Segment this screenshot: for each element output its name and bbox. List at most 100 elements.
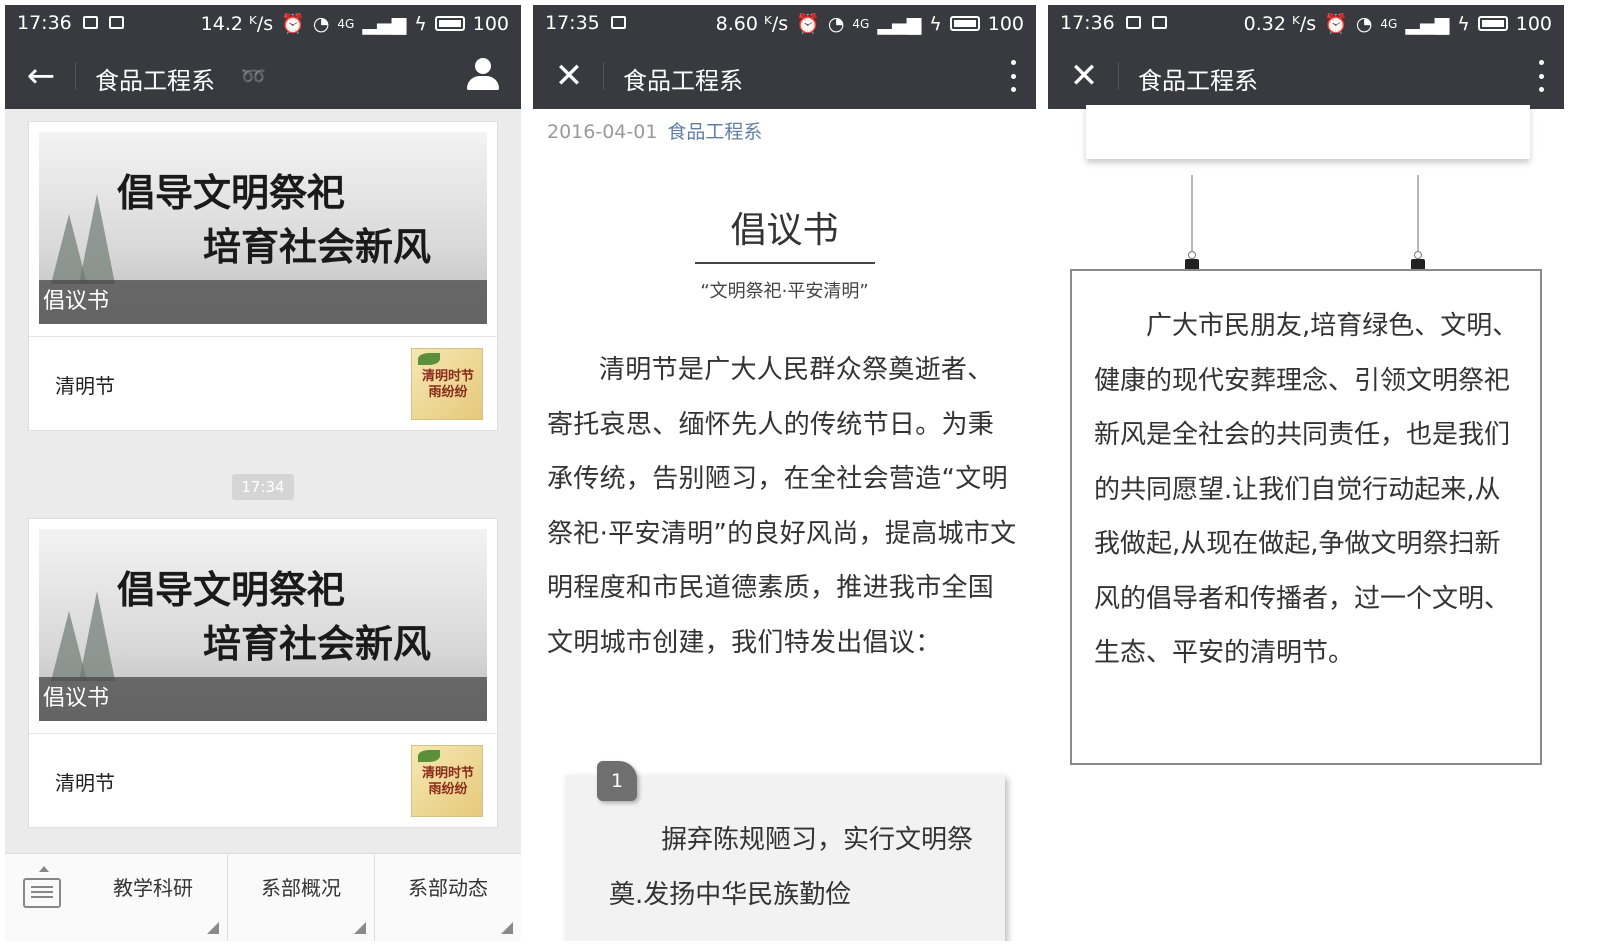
nav-bar: ✕ 食品工程系 bbox=[533, 42, 1036, 109]
battery-icon bbox=[1477, 16, 1508, 31]
network-type: 4G bbox=[852, 16, 870, 31]
menu-label: 系部概况 bbox=[261, 876, 341, 900]
article-card[interactable]: 倡导文明祭祀 培育社会新风 倡议书 清明节 清明时节 雨纷纷 bbox=[28, 518, 498, 828]
article-meta: 2016-04-01 食品工程系 bbox=[547, 117, 762, 144]
battery-level: 100 bbox=[987, 12, 1024, 35]
signal-icon: ▂▄▆ bbox=[1405, 12, 1450, 35]
status-right: 8.60 ᴷ/s ⏰ ◔ 4G ▂▄▆ ϟ 100 bbox=[715, 12, 1024, 36]
document-subtitle: “文明祭祀·平安清明” bbox=[700, 281, 869, 302]
close-icon[interactable]: ✕ bbox=[549, 56, 589, 96]
account-link[interactable]: 食品工程系 bbox=[667, 121, 762, 143]
alarm-icon: ⏰ bbox=[1324, 13, 1348, 35]
phone-article-view: 17:35 8.60 ᴷ/s ⏰ ◔ 4G ▂▄▆ ϟ 100 ✕ 食品工程系 … bbox=[533, 5, 1036, 941]
banner-caption: 倡议书 bbox=[39, 677, 487, 721]
close-icon[interactable]: ✕ bbox=[1064, 56, 1104, 96]
submenu-indicator-icon bbox=[207, 922, 219, 934]
network-speed: 8.60 ᴷ/s bbox=[715, 12, 789, 35]
article-item-title[interactable]: 清明节 bbox=[55, 370, 115, 399]
thumbnail-text: 清明时节 雨纷纷 bbox=[421, 766, 474, 797]
app-notification-icon bbox=[109, 16, 124, 29]
leaf-icon bbox=[418, 353, 440, 365]
charging-icon: ϟ bbox=[414, 12, 427, 35]
nav-bar: ← 食品工程系 ➿ bbox=[5, 42, 521, 109]
nav-bar: ✕ 食品工程系 bbox=[1048, 42, 1564, 109]
message-timestamp: 17:34 bbox=[232, 474, 294, 500]
banner-headline-1: 倡导文明祭祀 bbox=[117, 567, 346, 612]
banner-headline-2: 培育社会新风 bbox=[203, 621, 432, 666]
menu-department-news[interactable]: 系部动态 bbox=[374, 854, 521, 941]
voice-earpiece-icon[interactable]: ➿ bbox=[241, 64, 266, 88]
banner-headline-1: 倡导文明祭祀 bbox=[117, 170, 346, 215]
network-type: 4G bbox=[337, 16, 355, 31]
banner-headline-2: 培育社会新风 bbox=[203, 224, 432, 269]
menu-label: 教学科研 bbox=[113, 876, 193, 900]
item-number-badge: 1 bbox=[597, 761, 637, 801]
pine-tree-decoration bbox=[79, 591, 115, 681]
hanging-wire bbox=[1191, 175, 1193, 251]
binder-clip-icon bbox=[1185, 251, 1199, 271]
alarm-icon: ⏰ bbox=[281, 13, 305, 35]
network-speed: 14.2 ᴷ/s bbox=[200, 12, 274, 35]
signal-icon: ▂▄▆ bbox=[877, 12, 922, 35]
wifi-icon: ◔ bbox=[312, 12, 330, 35]
title-underline bbox=[695, 262, 875, 264]
thumbnail-text: 清明时节 雨纷纷 bbox=[421, 369, 474, 400]
battery-level: 100 bbox=[472, 12, 509, 35]
nav-divider bbox=[1118, 62, 1119, 90]
nav-title: 食品工程系 bbox=[623, 67, 743, 95]
document-title: 倡议书 bbox=[730, 210, 839, 251]
submenu-indicator-icon bbox=[501, 922, 513, 934]
binder-clip-icon bbox=[1411, 251, 1425, 271]
card-divider bbox=[29, 733, 497, 734]
article-item-title[interactable]: 清明节 bbox=[55, 767, 115, 796]
phone-chat-menu: 17:36 14.2 ᴷ/s ⏰ ◔ 4G ▂▄▆ ϟ 100 ← 食品工程系 … bbox=[5, 5, 521, 941]
banner-caption: 倡议书 bbox=[39, 280, 487, 324]
hanging-wire bbox=[1417, 175, 1419, 251]
status-right: 0.32 ᴷ/s ⏰ ◔ 4G ▂▄▆ ϟ 100 bbox=[1243, 12, 1552, 36]
card-divider bbox=[29, 336, 497, 337]
submenu-indicator-icon bbox=[354, 922, 366, 934]
battery-level: 100 bbox=[1515, 12, 1552, 35]
network-speed: 0.32 ᴷ/s bbox=[1243, 12, 1317, 35]
hanging-notice-board: 广大市民朋友,培育绿色、文明、健康的现代安葬理念、引领文明祭祀新风是全社会的共同… bbox=[1070, 269, 1542, 765]
nav-divider bbox=[75, 62, 76, 90]
more-options-icon[interactable] bbox=[1536, 60, 1546, 92]
profile-icon[interactable] bbox=[467, 58, 499, 92]
menu-department-overview[interactable]: 系部概况 bbox=[227, 854, 374, 941]
charging-icon: ϟ bbox=[1457, 12, 1470, 35]
alarm-icon: ⏰ bbox=[796, 13, 820, 35]
article-thumbnail[interactable]: 清明时节 雨纷纷 bbox=[411, 745, 483, 817]
wifi-icon: ◔ bbox=[827, 12, 845, 35]
signal-icon: ▂▄▆ bbox=[362, 12, 407, 35]
status-time: 17:36 bbox=[17, 12, 72, 34]
article-date: 2016-04-01 bbox=[547, 121, 658, 143]
article-banner-image[interactable]: 倡导文明祭祀 培育社会新风 倡议书 bbox=[39, 529, 487, 721]
numbered-item-text: 摒弃陈规陋习，实行文明祭奠.发扬中华民族勤俭 bbox=[609, 825, 974, 910]
app-notification-icon bbox=[611, 16, 626, 29]
battery-icon bbox=[949, 16, 980, 31]
hanging-panel-top bbox=[1086, 105, 1530, 159]
network-type: 4G bbox=[1380, 16, 1398, 31]
article-paragraph: 清明节是广大人民群众祭奠逝者、寄托哀思、缅怀先人的传统节日。为秉承传统，告别陋习… bbox=[547, 355, 1017, 658]
back-arrow-icon[interactable]: ← bbox=[21, 56, 61, 96]
article-card[interactable]: 倡导文明祭祀 培育社会新风 倡议书 清明节 清明时节 雨纷纷 bbox=[28, 121, 498, 431]
keyboard-toggle-icon[interactable] bbox=[23, 878, 61, 908]
notice-text: 广大市民朋友,培育绿色、文明、健康的现代安葬理念、引领文明祭祀新风是全社会的共同… bbox=[1094, 311, 1519, 668]
article-banner-image[interactable]: 倡导文明祭祀 培育社会新风 倡议书 bbox=[39, 132, 487, 324]
app-notification-icon bbox=[1152, 16, 1167, 29]
menu-teaching-research[interactable]: 教学科研 bbox=[79, 854, 227, 941]
image-notification-icon bbox=[1126, 16, 1141, 29]
caret-up-icon bbox=[39, 866, 49, 872]
article-thumbnail[interactable]: 清明时节 雨纷纷 bbox=[411, 348, 483, 420]
nav-title: 食品工程系 bbox=[1138, 67, 1258, 95]
status-bar: 17:36 14.2 ᴷ/s ⏰ ◔ 4G ▂▄▆ ϟ 100 bbox=[5, 5, 521, 42]
nav-title: 食品工程系 bbox=[95, 67, 215, 95]
wifi-icon: ◔ bbox=[1355, 12, 1373, 35]
status-time: 17:36 bbox=[1060, 12, 1115, 34]
charging-icon: ϟ bbox=[929, 12, 942, 35]
phone-article-notice: 17:36 0.32 ᴷ/s ⏰ ◔ 4G ▂▄▆ ϟ 100 ✕ 食品工程系 bbox=[1048, 5, 1564, 941]
status-bar: 17:35 8.60 ᴷ/s ⏰ ◔ 4G ▂▄▆ ϟ 100 bbox=[533, 5, 1036, 42]
more-options-icon[interactable] bbox=[1008, 60, 1018, 92]
pine-tree-decoration bbox=[79, 194, 115, 284]
status-time: 17:35 bbox=[545, 12, 600, 34]
